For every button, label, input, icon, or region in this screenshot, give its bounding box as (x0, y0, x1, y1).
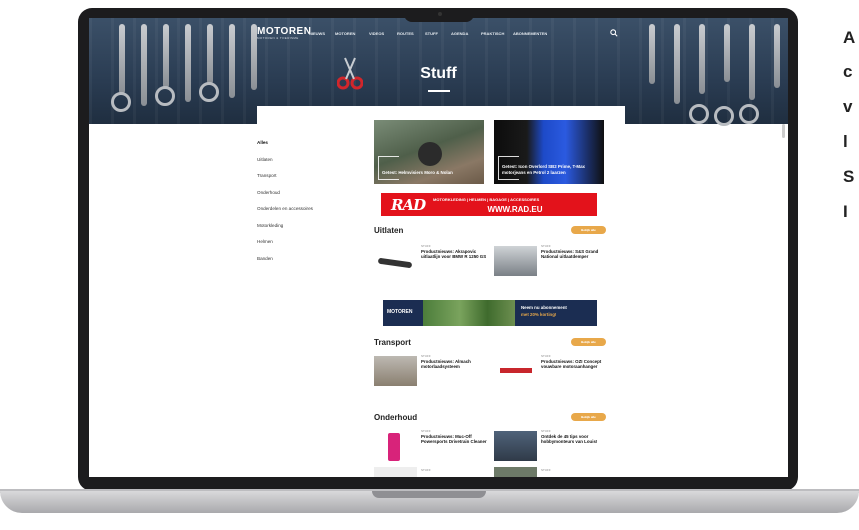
rad-logo: RAD (391, 196, 426, 214)
title-underline (428, 90, 450, 92)
section-uitlaten: Uitlaten Bekijk alle STUFF Productnieuws… (374, 224, 606, 284)
product-image[interactable] (374, 356, 417, 386)
sub-banner-logo: MOTOREN (387, 309, 413, 315)
item-title[interactable]: Ontdek de 45 tips voor hobbymonteurs van… (541, 434, 611, 445)
wrench-ring-icon (739, 104, 759, 124)
item-title[interactable]: Productnieuws: Akrapovic uitlaatlijn voo… (421, 249, 491, 260)
sidebar-item-onderdelen[interactable]: Onderdelen en accessoires (257, 206, 313, 211)
featured-card[interactable]: Getest: Icon Overlord SB2 Prime, T-Max m… (494, 120, 604, 184)
nav-item-nieuws[interactable]: NIEUWS (309, 31, 325, 36)
product-image[interactable] (374, 246, 417, 276)
product-image[interactable] (494, 356, 537, 386)
item-title[interactable]: Productnieuws: Almach motorlaadsysteem (421, 359, 491, 370)
side-text: l (843, 132, 848, 151)
item-title[interactable]: Productnieuws: S&S Grand National uitlaa… (541, 249, 611, 260)
sub-banner-discount: met 20% korting! (521, 312, 557, 317)
exhaust-image (377, 257, 413, 269)
item-tag: STUFF (541, 354, 551, 358)
item-tag: STUFF (541, 244, 551, 248)
sidebar-item-motorkleding[interactable]: Motorkleding (257, 223, 283, 228)
search-icon[interactable] (610, 29, 618, 37)
view-all-button[interactable]: Bekijk alle (571, 226, 606, 234)
sidebar-item-uitlaten[interactable]: Uitlaten (257, 157, 273, 162)
nav-item-routes[interactable]: ROUTES (397, 31, 414, 36)
product-image[interactable] (494, 246, 537, 276)
section-title: Transport (374, 338, 411, 347)
nav-item-praktisch[interactable]: PRAKTISCH (481, 31, 504, 36)
featured-card-caption: Getest: Helmvisiers Moro & Nolan (382, 169, 453, 175)
content-panel: Alles Uitlaten Transport Onderhoud Onder… (257, 106, 625, 477)
view-all-button[interactable]: Bekijk alle (571, 413, 606, 421)
category-sidebar: Alles Uitlaten Transport Onderhoud Onder… (257, 106, 353, 477)
item-tag: STUFF (541, 468, 551, 472)
site-logo-subtitle: MOTOREN & TOERISME (257, 36, 299, 40)
wrench-ring-icon (199, 82, 219, 102)
main-column: Getest: Helmvisiers Moro & Nolan Getest:… (374, 106, 609, 477)
product-image[interactable] (494, 467, 537, 477)
section-title: Uitlaten (374, 226, 404, 235)
camera-icon (438, 12, 442, 16)
item-tag: STUFF (421, 244, 431, 248)
featured-card-caption: Getest: Icon Overlord SB2 Prime, T-Max m… (502, 164, 585, 175)
laptop-screen: MOTOREN MOTOREN & TOERISME NIEUWS MOTORE… (89, 18, 788, 477)
item-tag: STUFF (421, 429, 431, 433)
item-title[interactable]: Productnieuws: Muc-Off Powersports Drive… (421, 434, 491, 445)
wrench-ring-icon (689, 104, 709, 124)
sub-banner-scene (423, 300, 515, 326)
rider-helmet-image (418, 142, 442, 166)
side-text: I (843, 202, 848, 221)
sidebar-item-onderhoud[interactable]: Onderhoud (257, 190, 280, 195)
side-text: c (843, 62, 853, 81)
wrench-ring-icon (111, 92, 131, 112)
wrench-ring-icon (714, 106, 734, 126)
item-tag: STUFF (541, 429, 551, 433)
item-tag: STUFF (421, 468, 431, 472)
sidebar-item-banden[interactable]: Banden (257, 256, 273, 261)
side-text: v (843, 97, 853, 116)
nav-item-abonnementen[interactable]: ABONNEMENTEN (513, 31, 547, 36)
featured-card[interactable]: Getest: Helmvisiers Moro & Nolan (374, 120, 484, 184)
spray-bottle-image (388, 433, 400, 461)
rad-url: WWW.RAD.EU (487, 205, 543, 214)
top-navigation: MOTOREN MOTOREN & TOERISME NIEUWS MOTORE… (89, 18, 788, 48)
side-text: S (843, 167, 855, 186)
nav-item-stuff[interactable]: STUFF (425, 31, 438, 36)
product-image[interactable] (374, 431, 417, 461)
trailer-image (500, 368, 532, 373)
view-all-button[interactable]: Bekijk alle (571, 338, 606, 346)
sidebar-item-transport[interactable]: Transport (257, 173, 277, 178)
scrollbar[interactable] (782, 124, 785, 138)
card-frame (378, 156, 399, 180)
product-image[interactable] (374, 467, 417, 477)
product-image[interactable] (494, 431, 537, 461)
nav-item-videos[interactable]: VIDEOS (369, 31, 384, 36)
sub-banner-text: Neem nu abonnement (521, 305, 567, 310)
page-title: Stuff (420, 65, 457, 82)
side-text: A (843, 28, 856, 47)
section-title: Onderhoud (374, 413, 418, 422)
nav-item-agenda[interactable]: AGENDA (451, 31, 468, 36)
rad-advert[interactable]: RAD MOTORKLEDING | HELMEN | BAGAGE | ACC… (381, 193, 597, 216)
wrench-ring-icon (155, 86, 175, 106)
sidebar-item-alles[interactable]: Alles (257, 140, 268, 145)
laptop-thumb-notch (372, 491, 486, 498)
nav-item-motoren[interactable]: MOTOREN (335, 31, 355, 36)
sidebar-item-helmen[interactable]: Helmen (257, 239, 273, 244)
rad-tagline: MOTORKLEDING | HELMEN | BAGAGE | ACCESSO… (433, 197, 540, 202)
section-onderhoud: Onderhoud Bekijk alle STUFF Productnieuw… (374, 411, 606, 477)
item-title[interactable]: Productnieuws: OZI Concept vouwbare moto… (541, 359, 611, 370)
section-transport: Transport Bekijk alle STUFF Productnieuw… (374, 336, 606, 396)
subscription-advert[interactable]: MOTOREN Neem nu abonnement met 20% korti… (383, 300, 597, 326)
item-tag: STUFF (421, 354, 431, 358)
